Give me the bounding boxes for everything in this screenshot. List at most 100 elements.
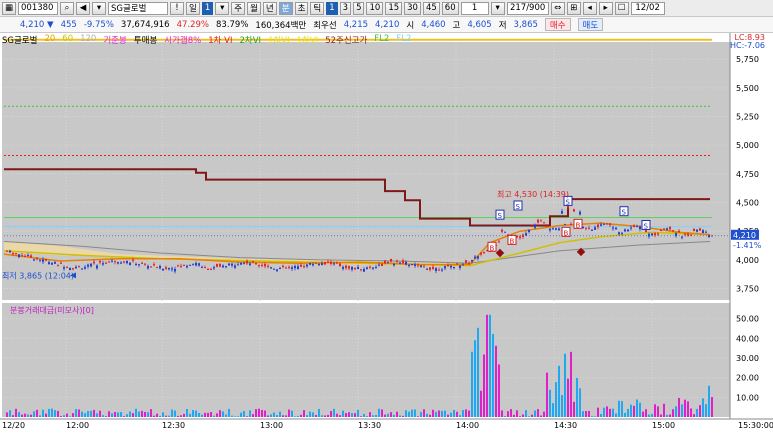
candle-body bbox=[87, 264, 89, 267]
volume-bar bbox=[504, 416, 506, 417]
candle-body bbox=[609, 223, 611, 226]
volume-bar bbox=[105, 416, 107, 417]
volume-bar bbox=[303, 410, 305, 417]
period-month-button[interactable]: 월 bbox=[247, 1, 261, 15]
volume-bar bbox=[441, 410, 443, 417]
volume-bar bbox=[78, 409, 80, 417]
candle-body bbox=[534, 224, 536, 228]
legend-item[interactable]: 52주신고가 bbox=[325, 34, 367, 46]
volume-bar bbox=[402, 415, 404, 417]
minute-60-button[interactable]: 60 bbox=[441, 1, 459, 15]
period-second-button[interactable]: 초 bbox=[294, 1, 309, 15]
legend-item[interactable]: 1차VI bbox=[268, 34, 290, 46]
search-icon[interactable]: ⌕ bbox=[60, 1, 74, 15]
minute-10-button[interactable]: 10 bbox=[366, 1, 384, 15]
volume-bar bbox=[582, 411, 584, 417]
minute-15-button[interactable]: 15 bbox=[385, 1, 403, 15]
legend-item[interactable]: FL2 bbox=[396, 34, 411, 46]
candle-body bbox=[573, 209, 575, 212]
price-tick-label: 5,750 bbox=[736, 55, 759, 64]
volume-bar bbox=[636, 399, 638, 417]
candle-body bbox=[408, 265, 410, 267]
zoom-icon[interactable]: ⇔ bbox=[550, 1, 565, 15]
legend-item[interactable]: 60 bbox=[62, 34, 73, 46]
sound-icon[interactable]: ◀ bbox=[76, 1, 90, 15]
candle-body bbox=[15, 253, 17, 255]
buy-marker-text: B bbox=[576, 221, 581, 229]
candle-body bbox=[561, 211, 563, 214]
minute-1-button[interactable]: 1 bbox=[326, 1, 338, 15]
legend-item[interactable]: 투매봉 bbox=[134, 34, 157, 46]
candle-body bbox=[351, 267, 353, 270]
volume-bar bbox=[213, 415, 215, 417]
interval-input[interactable]: 1 bbox=[460, 1, 489, 15]
candle-body bbox=[213, 267, 215, 269]
candle-body bbox=[687, 233, 689, 236]
period-year-button[interactable]: 년 bbox=[262, 1, 277, 15]
minute-30-button[interactable]: 30 bbox=[404, 1, 421, 15]
period-dropdown-icon[interactable]: ▾ bbox=[215, 1, 230, 15]
volume-bar bbox=[327, 414, 329, 417]
candle-body bbox=[120, 262, 122, 264]
legend-item[interactable]: 2차VI bbox=[240, 34, 262, 46]
candle-body bbox=[402, 260, 404, 264]
legend-item[interactable]: SG글로벌 bbox=[2, 34, 37, 46]
date-field[interactable]: 12/02 bbox=[630, 1, 665, 15]
grid-icon[interactable]: ▦ bbox=[2, 1, 16, 15]
volume-bar bbox=[54, 410, 56, 417]
candle-body bbox=[96, 265, 98, 269]
price-chart-svg[interactable]: SSSSSBBBB최고 4,530 (14:39)최저 3,865 (12:04… bbox=[0, 33, 773, 433]
volume-bar bbox=[438, 410, 440, 417]
buy-button[interactable]: 매수 bbox=[544, 18, 571, 31]
legend-item[interactable]: FL2 bbox=[374, 34, 389, 46]
stock-code-input[interactable]: 001380 bbox=[18, 1, 58, 15]
volume-bar bbox=[237, 416, 239, 417]
candle-body bbox=[354, 267, 356, 270]
legend-item[interactable]: 120 bbox=[80, 34, 96, 46]
checkbox-icon[interactable]: ☐ bbox=[614, 1, 629, 15]
current-price: 4,210 ▼ bbox=[20, 19, 54, 30]
legend-item[interactable]: 1차VI bbox=[297, 34, 319, 46]
candle-body bbox=[651, 233, 653, 236]
legend-item[interactable]: 20 bbox=[44, 34, 55, 46]
chevron-down-icon[interactable]: ▾ bbox=[92, 1, 106, 15]
next-icon[interactable]: ▸ bbox=[598, 1, 613, 15]
volume-bar bbox=[546, 372, 548, 417]
minute-3-button[interactable]: 3 bbox=[339, 1, 352, 15]
volume-tick-label: 50.00 bbox=[736, 315, 759, 324]
volume-bar bbox=[576, 377, 578, 417]
minute-5-button[interactable]: 5 bbox=[353, 1, 365, 15]
minute-45-button[interactable]: 45 bbox=[422, 1, 440, 15]
legend-item[interactable]: 1차 VI bbox=[208, 34, 232, 46]
period-minute-button[interactable]: 분 bbox=[278, 1, 293, 15]
candle-body bbox=[372, 267, 374, 269]
volume-bar bbox=[492, 333, 494, 417]
volume-bar bbox=[579, 388, 581, 417]
volume-bar bbox=[6, 412, 8, 417]
candle-body bbox=[138, 264, 140, 266]
legend-item[interactable]: 시가갭8% bbox=[164, 34, 201, 46]
alert-button[interactable]: ! bbox=[170, 1, 184, 15]
candle-body bbox=[525, 233, 527, 236]
interval-dropdown-icon[interactable]: ▾ bbox=[490, 1, 505, 15]
candle-body bbox=[285, 267, 287, 269]
period-day-button[interactable]: 일 bbox=[186, 1, 200, 15]
count-field[interactable]: 217/900 bbox=[506, 1, 549, 15]
period-num-field[interactable]: 1 bbox=[201, 1, 214, 15]
volume-bar bbox=[552, 403, 554, 417]
volume-bar bbox=[129, 411, 131, 417]
candle-body bbox=[381, 263, 383, 266]
volume-bar bbox=[114, 411, 116, 417]
volume-bar bbox=[501, 410, 503, 417]
volume-bar bbox=[93, 409, 95, 417]
period-tick-button[interactable]: 틱 bbox=[310, 1, 325, 15]
volume-bar bbox=[513, 414, 515, 417]
stock-name-field[interactable]: SG글로벌 bbox=[108, 1, 168, 15]
prev-icon[interactable]: ◂ bbox=[582, 1, 597, 15]
chart-area[interactable]: S S S S S B B B B 최고 4,530 (14:39) 최저 3,865 (12:04… bbox=[0, 33, 773, 433]
sell-button[interactable]: 매도 bbox=[577, 18, 604, 31]
lock-icon[interactable]: ⊞ bbox=[566, 1, 581, 15]
period-week-button[interactable]: 주 bbox=[231, 1, 246, 15]
volume-bar bbox=[45, 413, 47, 417]
legend-item[interactable]: 기준봉 bbox=[103, 34, 126, 46]
